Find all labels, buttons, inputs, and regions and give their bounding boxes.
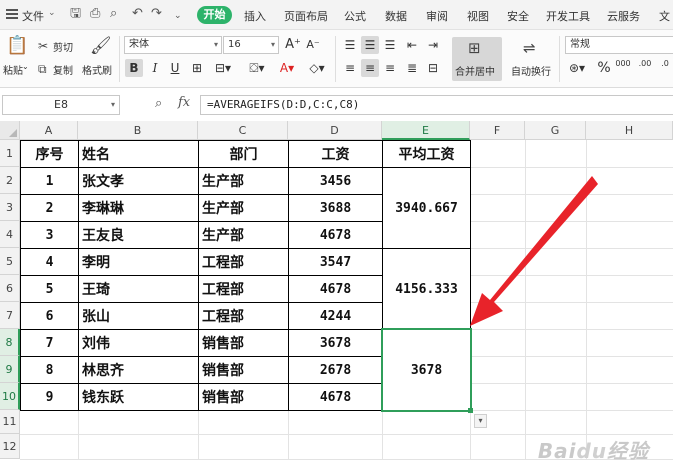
watermark-logo: Baidu经验	[537, 439, 649, 463]
red-arrow-annotation	[470, 176, 598, 326]
red-arrow-shape	[470, 176, 598, 326]
